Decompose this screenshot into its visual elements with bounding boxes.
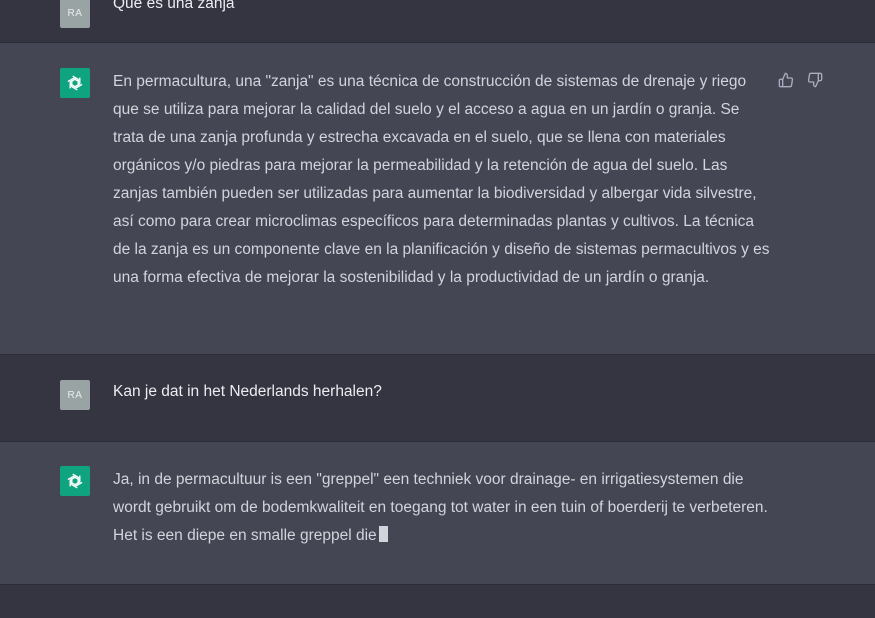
user-message: RA Qué es una zanja	[0, 0, 875, 42]
avatar-initials: RA	[67, 7, 83, 19]
message-text: Kan je dat in het Nederlands herhalen?	[113, 383, 382, 400]
message-text: En permacultura, una "zanja" es una técn…	[113, 73, 770, 286]
typing-cursor	[378, 526, 388, 542]
message-text: Ja, in de permacultuur is een "greppel" …	[113, 471, 768, 544]
assistant-message: En permacultura, una "zanja" es una técn…	[0, 42, 875, 355]
avatar-initials: RA	[67, 389, 83, 401]
avatar	[60, 68, 90, 98]
user-message: RA Kan je dat in het Nederlands herhalen…	[0, 355, 875, 441]
message-text: Qué es una zanja	[113, 0, 235, 12]
thumbs-down-icon	[807, 72, 822, 87]
assistant-message: Ja, in de permacultuur is een "greppel" …	[0, 441, 875, 585]
avatar: RA	[60, 0, 90, 28]
input-area-background	[0, 585, 875, 618]
avatar: RA	[60, 380, 90, 410]
thumbs-up-button[interactable]	[777, 71, 794, 88]
thumbs-down-button[interactable]	[806, 71, 823, 88]
openai-logo-icon	[67, 473, 83, 489]
feedback-buttons	[777, 71, 823, 88]
openai-logo-icon	[67, 75, 83, 91]
message-text-container: Ja, in de permacultuur is een "greppel" …	[113, 466, 773, 550]
chat-thread: RA Qué es una zanja En permacultura, una…	[0, 0, 875, 618]
avatar	[60, 466, 90, 496]
thumbs-up-icon	[778, 72, 793, 87]
